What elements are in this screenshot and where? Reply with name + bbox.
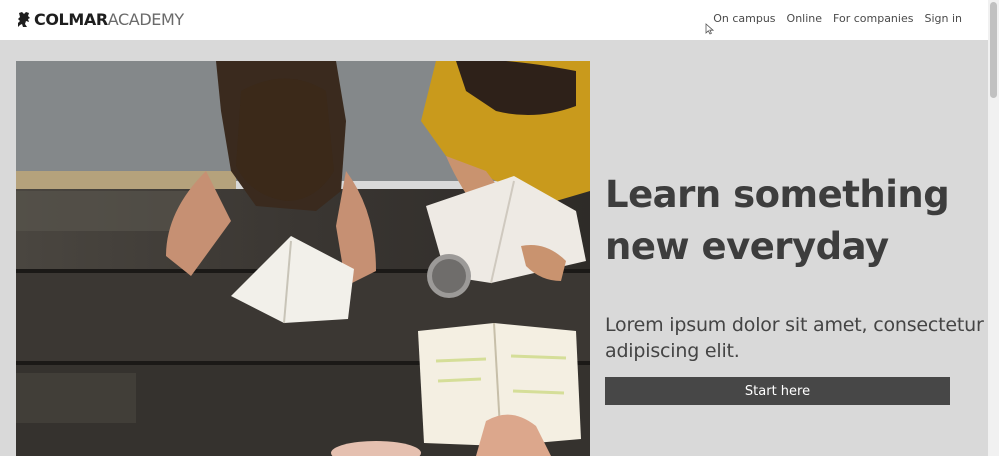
nav-link-on-campus[interactable]: On campus	[713, 12, 775, 25]
main-nav: On campus Online For companies Sign in	[713, 12, 962, 25]
lion-emblem-icon	[18, 11, 30, 27]
logo-text-light: ACADEMY	[107, 9, 184, 29]
scrollbar-thumb[interactable]	[990, 2, 997, 98]
hero-subtext: Lorem ipsum dolor sit amet, consectetur …	[605, 314, 984, 362]
logo-text-strong: COLMAR	[34, 9, 108, 29]
brand-logo[interactable]: COLMAR ACADEMY	[16, 9, 184, 29]
hero-photo	[16, 61, 590, 456]
hero-headline: Learn something new everyday	[605, 173, 950, 268]
top-navbar: COLMAR ACADEMY On campus Online For compa…	[0, 0, 988, 40]
nav-link-sign-in[interactable]: Sign in	[924, 12, 962, 25]
nav-link-for-companies[interactable]: For companies	[833, 12, 913, 25]
nav-link-online[interactable]: Online	[787, 12, 822, 25]
mouse-cursor-icon	[705, 23, 714, 35]
start-here-button[interactable]: Start here	[605, 377, 950, 405]
